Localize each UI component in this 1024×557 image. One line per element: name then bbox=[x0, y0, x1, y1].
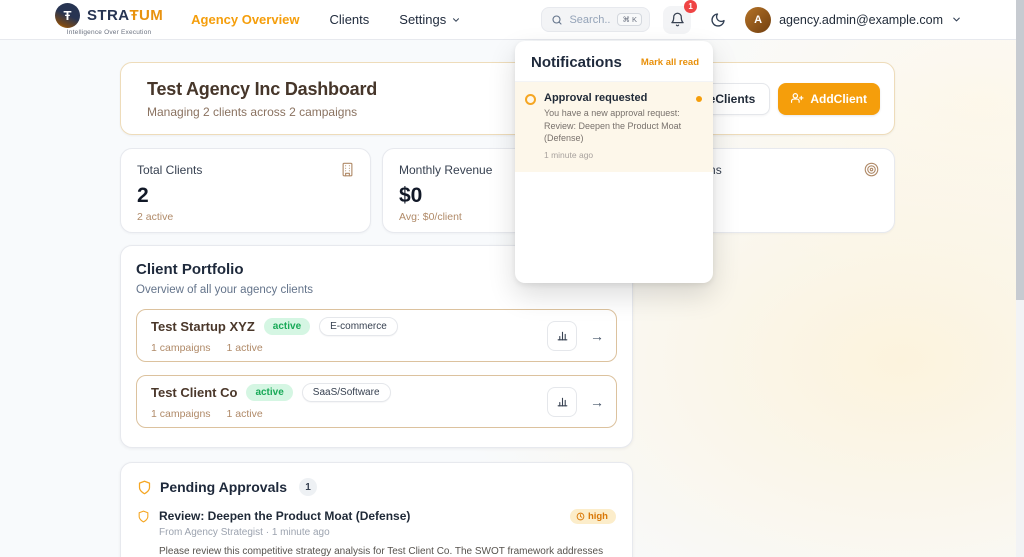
client-name: Test Client Co bbox=[151, 385, 237, 400]
client-campaigns-count: 1 campaigns bbox=[151, 408, 211, 420]
status-badge: active bbox=[264, 318, 310, 335]
arrow-right-icon[interactable]: → bbox=[590, 328, 604, 344]
approval-meta: From Agency Strategist · 1 minute ago bbox=[159, 527, 616, 538]
approval-description: Please review this competitive strategy … bbox=[159, 545, 611, 557]
shield-icon bbox=[137, 510, 150, 523]
unread-dot bbox=[696, 96, 702, 102]
scrollbar-thumb[interactable] bbox=[1016, 0, 1024, 300]
user-plus-icon bbox=[791, 92, 804, 105]
client-analytics-button[interactable] bbox=[547, 387, 577, 417]
clock-icon bbox=[576, 512, 585, 521]
page-body: Test Agency Inc Dashboard Managing 2 cli… bbox=[0, 40, 1024, 557]
nav-clients[interactable]: Clients bbox=[330, 12, 370, 27]
status-badge: active bbox=[246, 384, 292, 401]
search-shortcut-kbd: ⌘ K bbox=[617, 13, 642, 27]
page-title: Test Agency Inc Dashboard bbox=[147, 79, 377, 100]
chevron-down-icon bbox=[451, 15, 461, 25]
nav-agency-overview[interactable]: Agency Overview bbox=[191, 12, 299, 27]
page-subtitle: Managing 2 clients across 2 campaigns bbox=[147, 105, 377, 119]
notification-time: 1 minute ago bbox=[544, 150, 684, 160]
top-bar: Ŧ STRAŦUM Intelligence Over Execution Ag… bbox=[0, 0, 1024, 40]
approval-item[interactable]: Review: Deepen the Product Moat (Defense… bbox=[137, 509, 616, 557]
stratum-logo-icon: Ŧ bbox=[55, 3, 80, 28]
notification-title: Approval requested bbox=[544, 92, 684, 104]
bar-chart-icon bbox=[556, 329, 569, 342]
mark-all-read-button[interactable]: Mark all read bbox=[641, 57, 699, 68]
add-client-button[interactable]: AddClient bbox=[778, 83, 880, 115]
notification-ring-icon bbox=[525, 94, 536, 105]
client-row-test-client-co[interactable]: Test Client Co active SaaS/Software 1 ca… bbox=[136, 375, 617, 428]
agency-dashboard-page: Ŧ STRAŦUM Intelligence Over Execution Ag… bbox=[0, 0, 1024, 557]
pending-approvals-card: Pending Approvals 1 Review: Deepen the P… bbox=[120, 462, 633, 557]
account-menu[interactable]: A agency.admin@example.com bbox=[745, 7, 962, 33]
logo-letter: Ŧ bbox=[64, 8, 72, 23]
approvals-title: Pending Approvals bbox=[160, 479, 287, 495]
client-analytics-button[interactable] bbox=[547, 321, 577, 351]
search-icon bbox=[551, 14, 563, 26]
approvals-count-badge: 1 bbox=[299, 478, 317, 496]
approval-title: Review: Deepen the Product Moat (Defense… bbox=[159, 509, 410, 523]
account-email: agency.admin@example.com bbox=[779, 13, 943, 27]
chevron-down-icon bbox=[951, 14, 962, 25]
nav-settings[interactable]: Settings bbox=[399, 12, 461, 27]
notification-description: You have a new approval request: Review:… bbox=[544, 107, 684, 145]
client-row-test-startup-xyz[interactable]: Test Startup XYZ active E-commerce 1 cam… bbox=[136, 309, 617, 362]
building-icon bbox=[340, 162, 355, 177]
bar-chart-icon bbox=[556, 395, 569, 408]
client-name: Test Startup XYZ bbox=[151, 319, 255, 334]
notifications-panel: Notifications Mark all read Approval req… bbox=[515, 41, 713, 283]
industry-badge: SaaS/Software bbox=[302, 383, 391, 402]
notifications-panel-title: Notifications bbox=[531, 54, 622, 71]
search-input[interactable] bbox=[569, 14, 611, 26]
bell-icon bbox=[670, 12, 685, 27]
client-campaigns-count: 1 campaigns bbox=[151, 342, 211, 354]
dashboard-header-card: Test Agency Inc Dashboard Managing 2 cli… bbox=[120, 62, 895, 135]
client-active-count: 1 active bbox=[227, 408, 263, 420]
arrow-right-icon[interactable]: → bbox=[590, 394, 604, 410]
brand[interactable]: Ŧ STRAŦUM Intelligence Over Execution bbox=[55, 3, 163, 36]
stats-row: Total Clients 2 2 active Monthly Revenue… bbox=[120, 148, 895, 233]
client-active-count: 1 active bbox=[227, 342, 263, 354]
target-icon bbox=[864, 162, 879, 177]
brand-tagline: Intelligence Over Execution bbox=[67, 29, 152, 36]
priority-badge: high bbox=[570, 509, 616, 524]
scrollbar-track[interactable] bbox=[1016, 0, 1024, 557]
avatar: A bbox=[745, 7, 771, 33]
top-bar-actions: ⌘ K 1 A agency.admin@example.com bbox=[541, 6, 962, 34]
moon-icon bbox=[710, 12, 726, 28]
dark-mode-toggle[interactable] bbox=[704, 6, 732, 34]
notification-item[interactable]: Approval requested You have a new approv… bbox=[515, 81, 713, 172]
portfolio-subtitle: Overview of all your agency clients bbox=[136, 284, 617, 296]
brand-name: STRAŦUM bbox=[87, 7, 163, 24]
industry-badge: E-commerce bbox=[319, 317, 398, 336]
stat-card-total-clients: Total Clients 2 2 active bbox=[120, 148, 371, 233]
shield-icon bbox=[137, 480, 152, 495]
main-nav: Agency Overview Clients Settings bbox=[191, 12, 461, 27]
notifications-count-badge: 1 bbox=[684, 0, 697, 13]
search-box[interactable]: ⌘ K bbox=[541, 7, 650, 32]
